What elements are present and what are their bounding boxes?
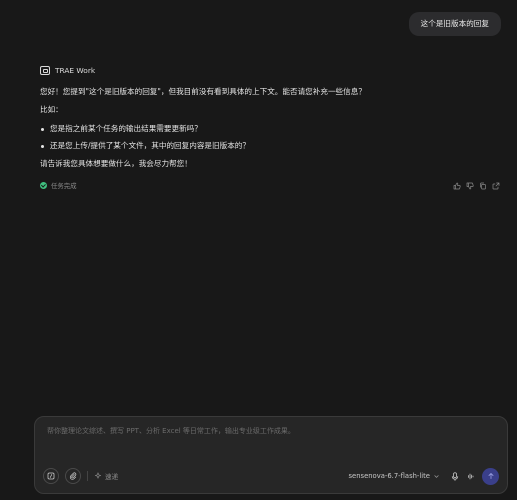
assistant-header: TRAE Work [40, 66, 500, 75]
message-footer: 任务完成 [40, 181, 500, 190]
toolbar-divider [87, 471, 88, 481]
sparkle-icon [94, 472, 102, 479]
message-composer: 速递 sensenova-6.7-flash-lite [34, 416, 508, 494]
status-text: 任务完成 [51, 182, 77, 191]
quick-mode-toggle[interactable]: 速递 [94, 471, 118, 481]
assistant-bullet-list: 您是指之前某个任务的输出结果需要更新吗？ 还是您上传/提供了某个文件，其中的回复… [40, 124, 500, 152]
slash-command-icon [47, 472, 55, 480]
paperclip-icon [69, 472, 77, 480]
message-input[interactable] [45, 426, 499, 436]
arrow-up-icon [488, 473, 493, 479]
status-badge: 任务完成 [40, 181, 77, 190]
model-label: sensenova-6.7-flash-lite [348, 472, 431, 480]
thumbs-down-icon[interactable] [465, 181, 474, 190]
copy-icon[interactable] [478, 181, 487, 190]
list-item: 您是指之前某个任务的输出结果需要更新吗？ [40, 124, 500, 134]
voice-mode-button[interactable] [466, 470, 476, 482]
list-item: 还是您上传/提供了某个文件，其中的回复内容是旧版本的？ [40, 141, 500, 151]
user-message-text: 这个是旧版本的回复 [420, 19, 489, 28]
assistant-closing: 请告诉我您具体想要做什么，我会尽力帮您！ [40, 159, 192, 168]
chevron-down-icon [434, 474, 439, 478]
check-circle-icon [40, 182, 47, 190]
model-selector[interactable]: sensenova-6.7-flash-lite [349, 472, 441, 480]
chat-page: 这个是旧版本的回复 TRAE Work 您好！您提到"这个是旧版本的回复"，但我… [0, 0, 517, 500]
thumbs-up-icon[interactable] [452, 181, 461, 190]
user-message-bubble: 这个是旧版本的回复 [408, 12, 501, 36]
export-icon[interactable] [491, 181, 500, 190]
composer-toolbar: 速递 sensenova-6.7-flash-lite [43, 467, 499, 485]
message-actions [452, 181, 500, 190]
assistant-name: TRAE Work [55, 66, 96, 75]
microphone-button[interactable] [450, 470, 460, 482]
assistant-message: TRAE Work 您好！您提到"这个是旧版本的回复"，但我目前没有看到具体的上… [40, 66, 500, 190]
quick-mode-label: 速递 [105, 473, 119, 481]
waveform-icon [468, 473, 474, 479]
attach-button[interactable] [65, 468, 81, 484]
composer-right-tools: sensenova-6.7-flash-lite [349, 467, 499, 485]
assistant-intro: 您好！您提到"这个是旧版本的回复"，但我目前没有看到具体的上下文。能否请您补充一… [40, 87, 366, 96]
microphone-icon [451, 471, 459, 481]
composer-left-tools: 速递 [43, 468, 118, 484]
send-button[interactable] [482, 467, 499, 485]
assistant-example-label: 比如： [40, 105, 63, 115]
slash-command-button[interactable] [43, 468, 59, 484]
trae-logo-icon [40, 66, 50, 75]
